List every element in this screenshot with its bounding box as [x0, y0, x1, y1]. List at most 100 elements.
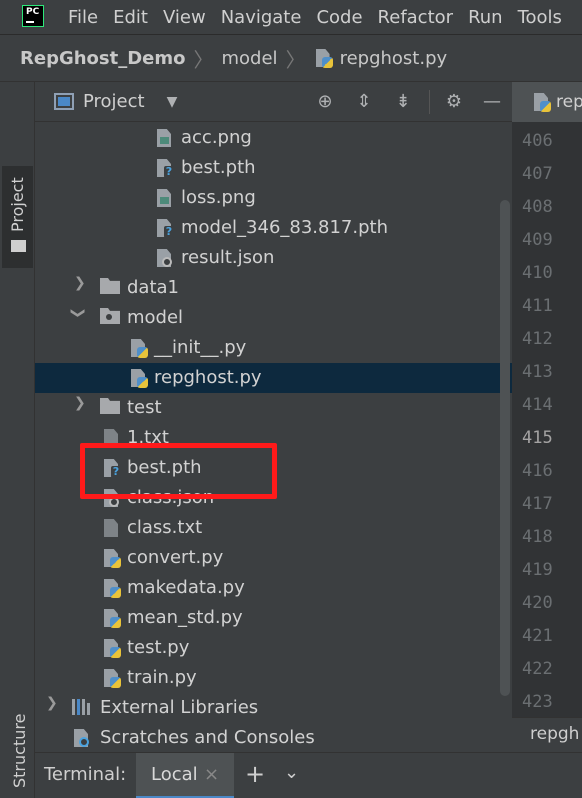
tree-folder-row[interactable]: ❯ model	[35, 303, 512, 333]
tree-libraries-row[interactable]: ❯ External Libraries	[35, 693, 512, 723]
python-file-icon	[102, 578, 121, 598]
tree-item-label: loss.png	[181, 187, 256, 208]
chevron-right-icon[interactable]: ❯	[74, 395, 86, 411]
scratches-icon	[72, 728, 90, 748]
tree-scratches-row[interactable]: Scratches and Consoles	[35, 723, 512, 752]
tree-file-row[interactable]: makedata.py	[35, 573, 512, 603]
breadcrumb-separator-icon: 〉	[285, 47, 306, 72]
tree-file-row[interactable]: ? model_346_83.817.pth	[35, 213, 512, 243]
tree-file-row[interactable]: __init__.py	[35, 333, 512, 363]
project-panel-header: Project ▼ ⊕ ⇕ ⇟ ⚙ —	[35, 82, 512, 122]
menu-run[interactable]: Run	[468, 7, 503, 28]
chevron-right-icon[interactable]: ❯	[46, 695, 58, 711]
menu-code[interactable]: Code	[316, 7, 362, 28]
line-number: 411	[522, 296, 553, 316]
tree-item-label: test.py	[127, 637, 190, 658]
terminal-tab-local[interactable]: Local ×	[136, 753, 234, 798]
tree-folder-row[interactable]: ❯ data1	[35, 273, 512, 303]
tree-file-row[interactable]: loss.png	[35, 183, 512, 213]
tree-file-row[interactable]: acc.png	[35, 123, 512, 153]
python-file-icon	[102, 638, 121, 658]
tree-item-label: class.txt	[127, 517, 203, 538]
line-number: 409	[522, 230, 553, 250]
project-tool-tab-label: Project	[8, 177, 27, 232]
structure-tool-tab[interactable]: Structure	[10, 714, 29, 788]
line-number: 418	[522, 527, 553, 547]
tree-file-row-selected[interactable]: repghost.py	[35, 363, 512, 393]
breadcrumb-project[interactable]: RepGhost_Demo	[20, 48, 186, 69]
caret-down-icon[interactable]: ▼	[161, 91, 183, 113]
menu-edit[interactable]: Edit	[113, 7, 148, 28]
project-view-icon	[54, 93, 74, 110]
tree-file-row[interactable]: ? best.pth	[35, 153, 512, 183]
json-file-icon	[155, 248, 173, 268]
menu-view[interactable]: View	[163, 7, 206, 28]
tree-file-row[interactable]: class.txt	[35, 513, 512, 543]
line-number-current: 415	[522, 428, 553, 448]
image-file-icon	[155, 188, 173, 208]
gear-icon[interactable]: ⚙	[443, 91, 465, 113]
image-file-icon	[155, 128, 173, 148]
editor-breadcrumb-label[interactable]: repgh	[530, 724, 579, 744]
line-number: 406	[522, 131, 553, 151]
breadcrumb-folder[interactable]: model	[222, 48, 278, 69]
python-file-icon	[102, 548, 121, 568]
python-file-icon	[102, 668, 121, 688]
menu-bar: PC File Edit View Navigate Code Refactor…	[0, 0, 582, 34]
minimize-icon[interactable]: —	[481, 91, 503, 113]
tree-item-label: acc.png	[181, 127, 252, 148]
header-divider	[429, 90, 430, 114]
breadcrumb-separator-icon: 〉	[193, 47, 214, 72]
chevron-right-icon[interactable]: ❯	[74, 275, 86, 291]
terminal-label: Terminal:	[44, 764, 127, 785]
expand-all-icon[interactable]: ⇕	[353, 91, 375, 113]
project-tree-scrollbar[interactable]	[500, 200, 510, 696]
project-tool-tab[interactable]: Project	[2, 166, 33, 268]
editor-tab[interactable]: repg	[512, 82, 582, 122]
menu-refactor[interactable]: Refactor	[378, 7, 454, 28]
tree-item-label: model_346_83.817.pth	[181, 217, 388, 238]
line-number: 408	[522, 197, 553, 217]
line-number: 413	[522, 362, 553, 382]
close-icon[interactable]: ×	[204, 764, 219, 785]
tree-item-label: data1	[127, 277, 179, 298]
menu-file[interactable]: File	[68, 7, 98, 28]
line-number: 423	[522, 692, 553, 712]
line-number: 417	[522, 494, 553, 514]
tree-item-label: makedata.py	[127, 577, 245, 598]
python-file-icon	[532, 92, 552, 114]
tree-item-label: test	[127, 397, 162, 418]
unknown-file-icon: ?	[155, 218, 174, 238]
project-panel-title[interactable]: Project	[83, 91, 145, 112]
annotation-highlight-box	[80, 443, 277, 499]
menu-tools[interactable]: Tools	[518, 7, 562, 28]
chevron-down-icon[interactable]: ❯	[70, 307, 86, 319]
line-number: 414	[522, 395, 553, 415]
tree-item-label: External Libraries	[100, 697, 259, 718]
breadcrumb-file[interactable]: repghost.py	[340, 48, 448, 69]
collapse-all-icon[interactable]: ⇟	[392, 91, 414, 113]
tree-file-row[interactable]: mean_std.py	[35, 603, 512, 633]
tree-file-row[interactable]: train.py	[35, 663, 512, 693]
locate-icon[interactable]: ⊕	[314, 91, 336, 113]
tree-item-label: mean_std.py	[127, 607, 243, 628]
menu-navigate[interactable]: Navigate	[221, 7, 302, 28]
module-folder-icon	[100, 308, 120, 324]
pycharm-app-icon[interactable]: PC	[22, 5, 44, 27]
tree-file-row[interactable]: test.py	[35, 633, 512, 663]
line-number: 407	[522, 164, 553, 184]
tree-file-row[interactable]: convert.py	[35, 543, 512, 573]
add-terminal-icon[interactable]: +	[245, 760, 265, 788]
tree-item-label: Scratches and Consoles	[100, 727, 315, 748]
terminal-tool-bar: Terminal: Local × + ⌄	[35, 752, 582, 798]
line-number: 420	[522, 593, 553, 613]
line-number: 421	[522, 626, 553, 646]
line-number: 412	[522, 329, 553, 349]
tree-file-row[interactable]: result.json	[35, 243, 512, 273]
chevron-down-icon[interactable]: ⌄	[284, 762, 299, 783]
library-icon	[72, 699, 92, 715]
tree-item-label: convert.py	[127, 547, 224, 568]
tree-folder-row[interactable]: ❯ test	[35, 393, 512, 423]
line-number: 422	[522, 659, 553, 679]
tree-item-label: repghost.py	[154, 367, 262, 388]
